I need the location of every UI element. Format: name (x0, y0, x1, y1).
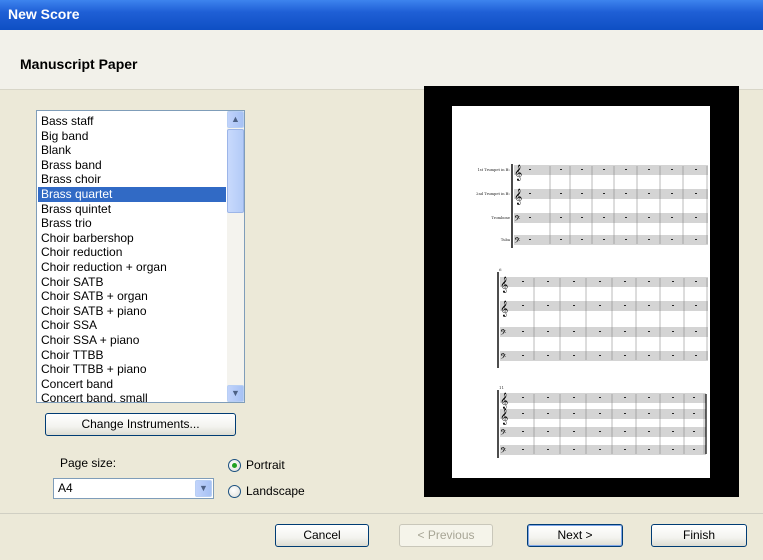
list-item[interactable]: Bass staff (38, 114, 226, 129)
rest-marks (522, 169, 697, 450)
list-item[interactable]: Choir SSA (38, 318, 226, 333)
treble-clef-icon: 𝄞 (500, 301, 508, 317)
page-title: Manuscript Paper (20, 56, 138, 72)
list-item[interactable]: Choir reduction (38, 245, 226, 260)
treble-clef-icon: 𝄞 (500, 393, 508, 409)
instrument-name: 1st Trumpet in B♭ (477, 168, 510, 172)
portrait-label: Portrait (246, 458, 285, 472)
preview-page: 𝄞 𝄞 𝄢 𝄢 𝄞 𝄞 𝄢 𝄢 𝄞 𝄞 𝄢 𝄢 1st Trumpet in B… (452, 106, 710, 478)
treble-clef-icon: 𝄞 (514, 165, 522, 181)
list-item[interactable]: Choir reduction + organ (38, 260, 226, 275)
page-size-label: Page size: (60, 456, 117, 470)
list-item[interactable]: Big band (38, 129, 226, 144)
finish-button[interactable]: Finish (651, 524, 747, 547)
barlines (549, 166, 708, 244)
manuscript-paper-list[interactable]: Bass staff Big band Blank Brass band Bra… (36, 110, 245, 403)
chevron-down-icon[interactable]: ▼ (195, 480, 212, 497)
treble-clef-icon: 𝄞 (500, 277, 508, 293)
score-preview-staves: 𝄞 𝄞 𝄢 𝄢 𝄞 𝄞 𝄢 𝄢 𝄞 𝄞 𝄢 𝄢 1st Trumpet in B… (476, 164, 708, 458)
bass-clef-icon: 𝄢 (514, 215, 521, 226)
instrument-name: Trombone (491, 216, 510, 220)
staff-2 (514, 189, 708, 199)
page-size-value: A4 (58, 481, 73, 495)
portrait-radio[interactable] (228, 459, 241, 472)
list-item[interactable]: Choir TTBB (38, 348, 226, 363)
list-item[interactable]: Blank (38, 143, 226, 158)
staff-group-system-1 (511, 164, 708, 248)
staff-group-system-3 (497, 390, 707, 458)
radio-selected-dot (232, 463, 237, 468)
bass-clef-icon: 𝄢 (500, 353, 507, 364)
staff-1 (514, 165, 708, 175)
staff-3 (514, 213, 708, 223)
page-size-select[interactable]: A4 ▼ (53, 478, 214, 499)
previous-button[interactable]: < Previous (399, 524, 493, 547)
list-item[interactable]: Brass choir (38, 172, 226, 187)
treble-clef-icon: 𝄞 (500, 409, 508, 425)
list-item[interactable]: Choir SSA + piano (38, 333, 226, 348)
treble-clef-icon: 𝄞 (514, 189, 522, 205)
bass-clef-icon: 𝄢 (500, 329, 507, 340)
window-title-bar: New Score (0, 0, 763, 30)
landscape-label: Landscape (246, 484, 305, 498)
bass-clef-icon: 𝄢 (500, 447, 507, 458)
cancel-button[interactable]: Cancel (275, 524, 369, 547)
staff-group-system-2 (497, 272, 708, 368)
list-item[interactable]: Choir SATB (38, 275, 226, 290)
list-item[interactable]: Concert band (38, 377, 226, 392)
next-button[interactable]: Next > (527, 524, 623, 547)
list-item[interactable]: Brass trio (38, 216, 226, 231)
measure-number: 6 (499, 267, 502, 272)
scroll-down-arrow-icon[interactable]: ▼ (227, 385, 244, 402)
list-item[interactable]: Brass band (38, 158, 226, 173)
change-instruments-button[interactable]: Change Instruments... (45, 413, 236, 436)
footer-divider (0, 513, 763, 514)
list-item[interactable]: Choir SATB + piano (38, 304, 226, 319)
measure-number: 11 (499, 385, 504, 390)
bass-clef-icon: 𝄢 (514, 237, 521, 248)
list-item-selected[interactable]: Brass quartet (38, 186, 226, 202)
list-item[interactable]: Concert band, small (38, 391, 226, 402)
scroll-up-arrow-icon[interactable]: ▲ (227, 111, 244, 128)
window-title: New Score (8, 6, 80, 22)
instrument-name: Tuba (501, 238, 511, 242)
bass-clef-icon: 𝄢 (500, 429, 507, 440)
list-scrollbar[interactable]: ▲ ▼ (227, 111, 244, 402)
list-item[interactable]: Choir barbershop (38, 231, 226, 246)
instrument-name: 2nd Trumpet in B♭ (476, 192, 510, 196)
list-item[interactable]: Choir SATB + organ (38, 289, 226, 304)
list-item[interactable]: Choir TTBB + piano (38, 362, 226, 377)
staff-4 (514, 235, 708, 245)
landscape-radio[interactable] (228, 485, 241, 498)
list-item[interactable]: Brass quintet (38, 202, 226, 217)
score-preview: 𝄞 𝄞 𝄢 𝄢 𝄞 𝄞 𝄢 𝄢 𝄞 𝄞 𝄢 𝄢 1st Trumpet in B… (424, 86, 739, 497)
scrollbar-thumb[interactable] (227, 129, 244, 213)
